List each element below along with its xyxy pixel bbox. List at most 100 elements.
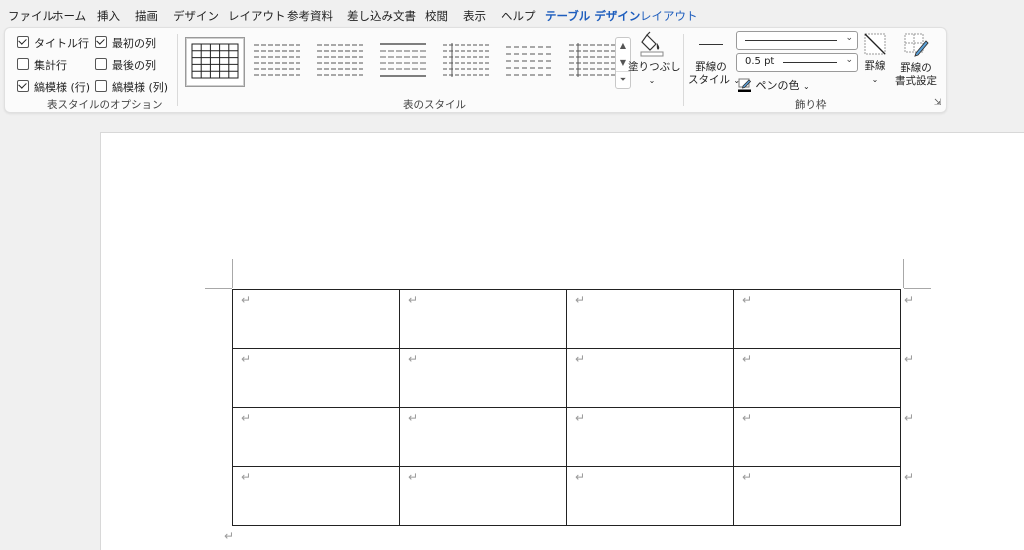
tab-file[interactable]: ファイル [8,8,54,24]
border-styles-button[interactable]: 罫線の スタイル ⌄ [688,36,740,87]
line-weight-dropdown[interactable]: 0.5 pt ⌄ [736,53,858,72]
margin-corner-mark [232,259,233,288]
chevron-down-icon: ⌄ [871,75,879,84]
dialog-launcher-icon[interactable]: ⇲ [934,98,942,108]
table-cell[interactable]: ↵ [733,348,901,408]
table-style-plain-2[interactable] [374,37,432,85]
banded-columns-checkbox[interactable]: 縞模様 (列) [95,79,168,95]
border-painter-icon [904,33,929,57]
table-cell[interactable]: ↵ [399,289,567,349]
table-style-icon [443,43,489,77]
menu-bar: ファイル ホーム 挿入 描画 デザイン レイアウト 参考資料 差し込み文書 校閲… [0,0,1024,29]
tab-home[interactable]: ホーム [52,8,86,24]
table-style-plain-5[interactable] [563,37,621,85]
group-separator [683,34,684,106]
table-cell[interactable]: ↵ [232,466,400,526]
tab-layout[interactable]: レイアウト [228,8,286,24]
chevron-down-icon: ⌄ [845,55,853,65]
pen-icon [738,78,752,92]
end-of-row-mark: ↵ [904,411,915,425]
tab-table-layout[interactable]: レイアウト [640,8,698,24]
table-cell[interactable]: ↵ [399,407,567,467]
paragraph-mark-icon: ↵ [408,293,419,307]
paragraph-mark-icon: ↵ [241,352,252,366]
paragraph-mark-icon: ↵ [575,293,586,307]
document-table: ↵ ↵ ↵ ↵ ↵ ↵ ↵ ↵ ↵ ↵ ↵ ↵ ↵ ↵ ↵ ↵ [232,289,901,526]
chevron-down-icon: ⌄ [648,76,656,85]
end-of-row-mark: ↵ [904,470,915,484]
paragraph-mark-icon: ↵ [575,352,586,366]
paragraph-mark-icon: ↵ [742,411,753,425]
group-separator [177,34,178,106]
table-styles-group-label: 表のスタイル [403,99,466,111]
table-row: ↵ ↵ ↵ ↵ [232,289,901,349]
end-of-row-mark: ↵ [904,293,915,307]
table-cell[interactable]: ↵ [733,466,901,526]
table-style-options-group-label: 表スタイルのオプション [47,99,163,111]
tab-review[interactable]: 校閲 [425,8,448,24]
table-row: ↵ ↵ ↵ ↵ [232,407,901,467]
paragraph-mark-icon: ↵ [241,293,252,307]
paragraph-mark-icon: ↵ [241,411,252,425]
table-row: ↵ ↵ ↵ ↵ [232,348,901,408]
line-style-preview [745,40,837,41]
tab-draw[interactable]: 描画 [135,8,158,24]
paint-bucket-icon [640,31,664,57]
table-style-icon [506,46,552,76]
line-style-dropdown[interactable]: ⌄ [736,31,858,50]
table-cell[interactable]: ↵ [399,466,567,526]
paragraph-mark-icon[interactable]: ↵ [224,529,234,543]
margin-corner-mark [904,288,931,289]
table-cell[interactable]: ↵ [566,348,734,408]
table-style-icon [569,43,615,77]
paragraph-mark-icon: ↵ [575,411,586,425]
table-style-plain-4[interactable] [500,37,558,85]
tab-references[interactable]: 参考資料 [287,8,333,24]
banded-rows-checkbox[interactable]: 縞模様 (行) [17,79,90,95]
header-row-checkbox[interactable]: タイトル行 [17,35,89,51]
tab-help[interactable]: ヘルプ [501,8,536,24]
paragraph-mark-icon: ↵ [742,352,753,366]
pen-color-button[interactable]: ペンの色 ⌄ [738,77,810,93]
table-cell[interactable]: ↵ [733,407,901,467]
paragraph-mark-icon: ↵ [408,470,419,484]
table-cell[interactable]: ↵ [399,348,567,408]
borders-button[interactable]: 罫線 ⌄ [861,32,889,86]
chevron-down-icon: ⌄ [845,33,853,43]
checkbox-unchecked-icon [95,58,107,70]
table-cell[interactable]: ↵ [232,289,400,349]
table-cell[interactable]: ↵ [733,289,901,349]
table-grid-icon [191,43,239,79]
total-row-checkbox[interactable]: 集計行 [17,57,67,73]
line-weight-preview [783,62,837,63]
margin-corner-mark [205,288,232,289]
tab-table-design[interactable]: テーブル デザイン [545,8,641,29]
border-painter-button[interactable]: 罫線の 書式設定 [892,32,940,88]
table-cell[interactable]: ↵ [566,466,734,526]
table-cell[interactable]: ↵ [566,289,734,349]
paragraph-mark-icon: ↵ [408,411,419,425]
table-style-plain-3[interactable] [437,37,495,85]
table-cell[interactable]: ↵ [232,407,400,467]
table-cell[interactable]: ↵ [566,407,734,467]
shading-button[interactable]: 塗りつぶし ⌄ [628,31,681,87]
checkbox-unchecked-icon [17,58,29,70]
chevron-down-icon: ⌄ [803,82,810,91]
first-column-checkbox[interactable]: 最初の列 [95,35,156,51]
table-style-grid-light[interactable] [248,37,306,85]
tab-insert[interactable]: 挿入 [97,8,120,24]
paragraph-mark-icon: ↵ [742,470,753,484]
tab-design[interactable]: デザイン [173,8,219,24]
table-cell[interactable]: ↵ [232,348,400,408]
table-style-grid-selected[interactable] [185,37,245,87]
border-line-icon [699,44,723,45]
ribbon: タイトル行 集計行 縞模様 (行) 最初の列 最後の列 縞模様 (列) 表スタイ… [4,27,947,113]
border-diagonal-icon [864,33,886,55]
paragraph-mark-icon: ↵ [408,352,419,366]
tab-view[interactable]: 表示 [463,8,486,24]
last-column-checkbox[interactable]: 最後の列 [95,57,156,73]
borders-group-label: 飾り枠 [795,99,827,111]
table-style-icon [317,44,363,76]
table-style-plain-1[interactable] [311,37,369,85]
tab-mailings[interactable]: 差し込み文書 [347,8,416,24]
